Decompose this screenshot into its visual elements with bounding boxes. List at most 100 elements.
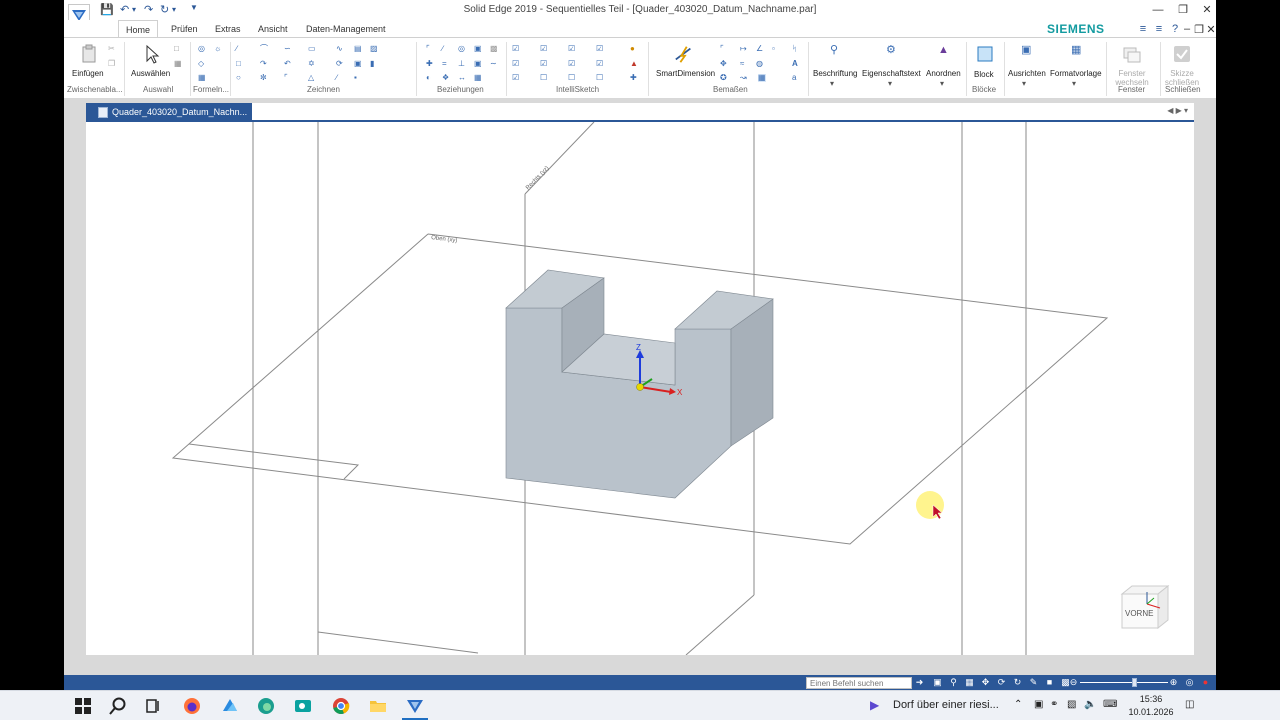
search-icon[interactable] xyxy=(107,695,129,717)
intellisketch-center-icon[interactable]: ☑ xyxy=(540,45,547,53)
copy-icon[interactable]: ❐ xyxy=(108,60,115,68)
zoom-slider-track[interactable] xyxy=(1080,682,1168,683)
dim-between-icon[interactable]: ⌜ xyxy=(720,45,724,53)
trim-icon[interactable]: ∿ xyxy=(336,45,343,53)
style-dropdown-icon[interactable]: ▾ xyxy=(1072,80,1076,88)
arrange-windows-icon[interactable]: ≡ xyxy=(1136,23,1150,35)
intellisketch-onelement-icon[interactable]: ☑ xyxy=(540,60,547,68)
property-text-dropdown-icon[interactable]: ▾ xyxy=(888,80,892,88)
tangent-icon[interactable]: ∼ xyxy=(490,60,497,68)
lock-tray-icon[interactable]: ▣ xyxy=(1034,699,1043,710)
parallel-icon[interactable]: ∕ xyxy=(442,45,443,53)
task-view-icon[interactable] xyxy=(142,695,164,717)
intellisketch-tangent-icon[interactable]: ☑ xyxy=(596,45,603,53)
annotation-dropdown-icon[interactable]: ▾ xyxy=(830,80,834,88)
edge-icon[interactable] xyxy=(255,695,277,717)
sketch-view-icon[interactable]: ✎ xyxy=(1028,677,1039,688)
show-hidden-icons-icon[interactable]: ⌃ xyxy=(1014,699,1022,710)
azure-icon[interactable] xyxy=(219,695,241,717)
ellipse-icon[interactable]: ✼ xyxy=(260,74,267,82)
sketch-color-icon[interactable]: ● xyxy=(630,45,635,53)
cascade-windows-icon[interactable]: ≡ xyxy=(1152,23,1166,35)
network-icon[interactable]: ▧ xyxy=(1067,699,1076,710)
rectangle-icon[interactable]: □ xyxy=(236,60,241,68)
mirror-icon[interactable]: △ xyxy=(308,74,314,82)
arrange-dropdown-icon[interactable]: ▾ xyxy=(940,80,944,88)
smartdimension-icon[interactable] xyxy=(674,44,694,64)
fit-icon[interactable]: ▦ xyxy=(964,677,975,688)
annotation-icon[interactable]: ⚲ xyxy=(830,45,838,56)
equal-icon[interactable]: = xyxy=(442,60,447,68)
rotate-icon[interactable]: ⟳ xyxy=(336,60,343,68)
table-icon[interactable]: ▦ xyxy=(198,74,206,82)
style-icon[interactable]: ▦ xyxy=(1071,45,1081,56)
news-widget-text[interactable]: Dorf über einer riesi... xyxy=(893,699,999,711)
annotation-button[interactable]: Beschriftung xyxy=(813,69,857,78)
dim-symmetric-icon[interactable]: ✥ xyxy=(720,60,727,68)
scale-icon[interactable]: ▣ xyxy=(354,60,362,68)
intellisketch-options-icon[interactable]: ☐ xyxy=(596,74,603,82)
tab-pruefen[interactable]: Prüfen xyxy=(171,24,198,34)
tab-daten-management[interactable]: Daten-Management xyxy=(306,24,386,34)
minimize-icon[interactable]: — xyxy=(1151,4,1165,16)
dim-angle-icon[interactable]: ∠ xyxy=(756,45,763,53)
property-text-button[interactable]: Eigenschaftstext xyxy=(862,69,921,78)
line-icon[interactable]: ∕ xyxy=(236,45,237,53)
tab-extras[interactable]: Extras xyxy=(215,24,241,34)
connect-icon[interactable]: ⌜ xyxy=(426,45,430,53)
sketch-cursor-icon[interactable]: ✚ xyxy=(630,74,637,82)
rigid-icon[interactable]: ▣ xyxy=(474,60,482,68)
start-icon[interactable] xyxy=(72,695,94,717)
align-icon[interactable]: ▣ xyxy=(1021,45,1031,56)
view-cube[interactable]: VORNE xyxy=(1120,584,1170,630)
split-icon[interactable]: ▨ xyxy=(370,45,378,53)
zoom-in-icon[interactable]: ⊕ xyxy=(1168,677,1179,688)
project-icon[interactable]: ∕ xyxy=(336,74,337,82)
property-text-icon[interactable]: ⚙ xyxy=(886,45,896,56)
zoom-slider-thumb[interactable] xyxy=(1132,678,1137,687)
command-search-go-icon[interactable]: ➜ xyxy=(914,677,925,688)
horizontal-vertical-icon[interactable]: ✚ xyxy=(426,60,433,68)
doc-close-icon[interactable]: ✕ xyxy=(1204,23,1218,36)
text-format-icon[interactable]: A xyxy=(792,60,798,68)
dim-coordinate-icon[interactable]: ▫ xyxy=(772,45,775,53)
select-button[interactable]: Auswählen xyxy=(131,69,170,78)
meet-icon[interactable] xyxy=(292,695,314,717)
arrange-button[interactable]: Anordnen xyxy=(926,69,961,78)
intellisketch-silhouette-icon[interactable]: ☐ xyxy=(540,74,547,82)
align-button[interactable]: Ausrichten xyxy=(1008,69,1046,78)
perpendicular-icon[interactable]: ⊥ xyxy=(458,60,465,68)
restore-icon[interactable]: ❐ xyxy=(1176,3,1190,16)
solid-edge-taskbar-icon[interactable] xyxy=(404,695,426,717)
include-icon[interactable]: ▪ xyxy=(354,74,357,82)
intellisketch-intersect-icon[interactable]: ☑ xyxy=(568,45,575,53)
news-widget-icon[interactable]: ▶ xyxy=(870,698,879,712)
chamfer-icon[interactable]: ↶ xyxy=(284,60,291,68)
zoom-fit-icon[interactable]: ◎ xyxy=(1184,677,1195,688)
circle-icon[interactable]: ○ xyxy=(236,74,241,82)
pan-icon[interactable]: ✥ xyxy=(980,677,991,688)
collinear-icon[interactable]: ❖ xyxy=(442,74,449,82)
fillet-icon[interactable]: ↷ xyxy=(260,60,267,68)
dim-lock-icon[interactable]: ▦ xyxy=(758,74,766,82)
notifications-icon[interactable]: ◫ xyxy=(1185,699,1194,710)
zoom-area-icon[interactable]: ▣ xyxy=(932,677,943,688)
close-icon[interactable]: ✕ xyxy=(1200,3,1214,16)
relations-icon[interactable]: ▩ xyxy=(490,45,498,53)
offset-icon[interactable]: ▭ xyxy=(308,45,316,53)
pattern-icon[interactable]: ▦ xyxy=(474,74,482,82)
microphone-icon[interactable]: ⚭ xyxy=(1050,699,1058,710)
intellisketch-midpoint-icon[interactable]: ☑ xyxy=(512,60,519,68)
dim-auto-icon[interactable]: ✪ xyxy=(720,74,727,82)
diamond-icon[interactable]: ◇ xyxy=(198,60,204,68)
dim-chamfer-icon[interactable]: ≈ xyxy=(740,60,744,68)
dim-group-icon[interactable]: ↝ xyxy=(740,74,747,82)
extend-icon[interactable]: ▤ xyxy=(354,45,362,53)
spin-icon[interactable]: ↻ xyxy=(1012,677,1023,688)
tab-ansicht[interactable]: Ansicht xyxy=(258,24,288,34)
clock-date[interactable]: 10.01.2026 xyxy=(1128,707,1174,717)
intellisketch-quadrant-icon[interactable]: ☐ xyxy=(568,74,575,82)
intellisketch-endpoint-icon[interactable]: ☑ xyxy=(512,45,519,53)
style-button[interactable]: Formatvorlage xyxy=(1050,69,1102,78)
text-style-a-icon[interactable]: ᛋ xyxy=(792,45,797,53)
